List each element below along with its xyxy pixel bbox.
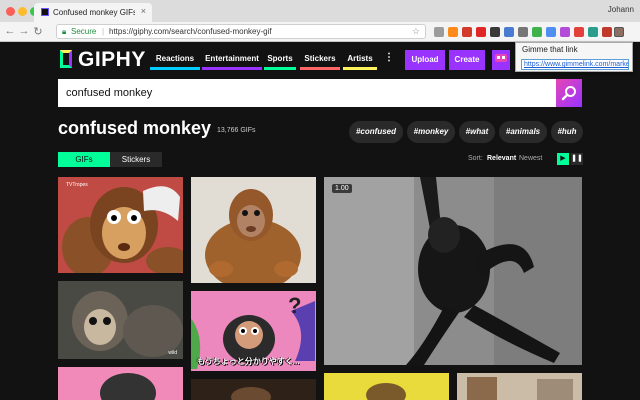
giphy-logo[interactable]: GIPHY — [78, 48, 146, 72]
pink-monkey-image — [58, 367, 183, 400]
extension-icon[interactable] — [490, 27, 500, 37]
extension-icon[interactable] — [574, 27, 584, 37]
gif-tile[interactable] — [191, 379, 316, 400]
giphy-logo-icon[interactable] — [60, 50, 72, 68]
gif-tile[interactable]: 1.00 — [324, 177, 582, 365]
reload-icon[interactable]: ↻ — [32, 25, 44, 38]
nav-sports[interactable]: Sports — [264, 52, 296, 70]
yellow-monkey-image — [324, 373, 449, 400]
sort-label: Sort: — [468, 155, 483, 162]
watermark: wild — [168, 350, 177, 356]
profile-name[interactable]: Johann — [608, 5, 634, 14]
create-button[interactable]: Create — [449, 50, 485, 70]
extension-icon[interactable] — [588, 27, 598, 37]
tab-stickers[interactable]: Stickers — [110, 152, 162, 167]
browser-tab[interactable]: Confused monkey GIFs - Find × — [34, 3, 152, 22]
extension-icon[interactable] — [448, 27, 458, 37]
pause-icon[interactable]: ❚❚ — [571, 153, 583, 165]
gif-caption: もうちょっと分かりやすく... — [197, 357, 300, 366]
url-text: https://giphy.com/search/confused-monkey… — [109, 27, 272, 36]
extension-icon[interactable] — [560, 27, 570, 37]
back-icon[interactable]: ← — [4, 25, 16, 37]
gif-tile[interactable]: TVTropes — [58, 177, 183, 273]
dark-monkey-image — [191, 379, 316, 400]
marmoset-image — [58, 281, 183, 359]
sort-relevant[interactable]: Relevant — [487, 155, 516, 162]
gimme-link-extension-icon[interactable] — [614, 27, 624, 37]
tag-confused[interactable]: #confused — [349, 121, 403, 143]
extension-icon[interactable] — [546, 27, 556, 37]
watermark: TVTropes — [66, 182, 88, 188]
popup-title: Gimme that link — [522, 45, 578, 54]
secure-label: Secure — [71, 27, 97, 36]
extension-icon[interactable] — [434, 27, 444, 37]
tab-title: Confused monkey GIFs - Find — [53, 8, 135, 17]
tag-what[interactable]: #what — [459, 121, 495, 143]
gif-tile[interactable]: wild — [58, 281, 183, 359]
page-title: confused monkey — [58, 118, 212, 138]
close-window-button[interactable] — [6, 7, 15, 16]
extension-icon[interactable] — [504, 27, 514, 37]
user-avatar-icon — [495, 54, 507, 62]
extension-icon[interactable] — [476, 27, 486, 37]
gif-tile[interactable] — [324, 373, 449, 400]
search-button[interactable] — [556, 79, 582, 107]
user-menu-button[interactable] — [492, 50, 510, 70]
browser-toolbar: ← → ↻ 🔒︎ Secure | https://giphy.com/sear… — [0, 22, 640, 42]
gif-tile[interactable] — [58, 367, 183, 400]
forward-icon[interactable]: → — [18, 25, 30, 37]
tag-monkey[interactable]: #monkey — [407, 121, 455, 143]
play-icon[interactable]: ▶ — [557, 153, 569, 165]
sort-newest[interactable]: Newest — [519, 155, 542, 162]
search-icon — [561, 86, 576, 101]
nav-artists[interactable]: Artists — [343, 52, 377, 70]
nav-reactions[interactable]: Reactions — [150, 52, 200, 70]
chimpanzee-bw-image — [324, 177, 582, 365]
tab-close-icon[interactable]: × — [141, 6, 146, 16]
nav-entertainment[interactable]: Entertainment — [202, 52, 262, 70]
more-menu-icon[interactable]: ⋮ — [384, 52, 394, 63]
gif-tile[interactable] — [191, 177, 316, 283]
extension-icon[interactable] — [602, 27, 612, 37]
extension-icon[interactable] — [532, 27, 542, 37]
extension-icon[interactable] — [462, 27, 472, 37]
nav-stickers[interactable]: Stickers — [300, 52, 340, 70]
minimize-window-button[interactable] — [18, 7, 27, 16]
furry-monkey-image — [191, 177, 316, 283]
bookmark-star-icon[interactable]: ☆ — [412, 25, 420, 38]
search-input[interactable] — [58, 79, 556, 107]
browser-tab-bar: Confused monkey GIFs - Find × Johann — [0, 0, 640, 22]
gif-tile[interactable] — [457, 373, 582, 400]
puppet-monkey-image — [58, 177, 183, 273]
svg-text:?: ? — [288, 293, 301, 318]
upload-button[interactable]: Upload — [405, 50, 445, 70]
giphy-favicon-icon — [41, 8, 49, 16]
tag-animals[interactable]: #animals — [499, 121, 547, 143]
extension-icon[interactable] — [518, 27, 528, 37]
divider: | — [102, 27, 105, 36]
lock-icon: 🔒︎ — [62, 27, 67, 36]
result-count: 13,766 GIFs — [217, 127, 256, 134]
address-bar[interactable]: 🔒︎ Secure | https://giphy.com/search/con… — [56, 24, 426, 39]
popup-link-field[interactable]: https://www.gimmelink.com/market — [521, 59, 629, 70]
tab-gifs[interactable]: GIFs — [58, 152, 110, 167]
room-scene-image — [457, 373, 582, 400]
gif-rating-badge: 1.00 — [332, 184, 352, 193]
gif-tile[interactable]: ? もうちょっと分かりやすく... — [191, 291, 316, 371]
gimme-link-popup: Gimme that link https://www.gimmelink.co… — [515, 42, 633, 72]
tag-huh[interactable]: #huh — [551, 121, 583, 143]
